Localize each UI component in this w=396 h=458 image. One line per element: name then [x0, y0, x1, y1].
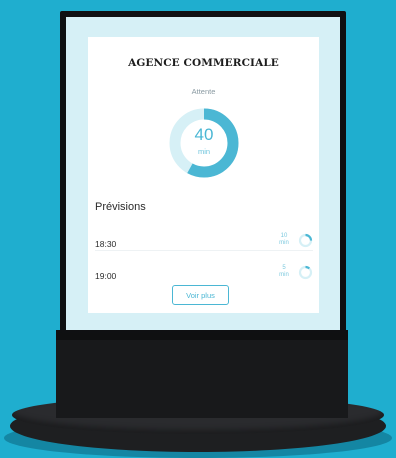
forecast-title: Prévisions [95, 201, 146, 213]
wait-donut: 40 min [168, 107, 240, 179]
stand-body [56, 330, 348, 418]
agency-title: AGENCE COMMERCIALE [128, 57, 279, 69]
forecast-donut-icon [298, 233, 313, 248]
forecast-donut-icon [298, 265, 313, 280]
see-more-button[interactable]: Voir plus [172, 285, 229, 305]
wait-value: 40 [194, 125, 214, 144]
display-screen: AGENCE COMMERCIALE Attente 40 min Prévis… [66, 17, 340, 330]
forecast-duration-value: 5 [282, 265, 286, 271]
wait-label: Attente [191, 87, 216, 96]
forecast-time: 18:30 [95, 239, 117, 249]
forecast-time: 19:00 [95, 271, 117, 281]
queue-card: AGENCE COMMERCIALE Attente 40 min Prévis… [88, 37, 319, 313]
row-divider [95, 250, 313, 251]
forecast-duration: 5 min [277, 265, 291, 279]
forecast-duration: 10 min [277, 233, 291, 247]
forecast-duration-unit: min [279, 240, 289, 246]
forecast-row: 18:30 10 min [95, 233, 313, 267]
wait-unit: min [197, 147, 211, 156]
forecast-duration-value: 10 [280, 233, 288, 239]
forecast-duration-unit: min [279, 272, 289, 278]
